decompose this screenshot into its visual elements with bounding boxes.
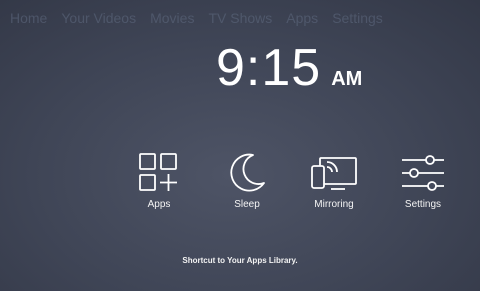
shortcut-hint: Shortcut to Your Apps Library. (182, 256, 298, 265)
moon-icon (230, 153, 265, 192)
sleep-button[interactable]: Sleep (212, 152, 282, 210)
apps-grid-icon (139, 153, 177, 191)
settings-button[interactable]: Settings (388, 152, 458, 210)
sliders-icon (402, 155, 444, 191)
sleep-label: Sleep (234, 199, 260, 210)
nav-item-your-videos[interactable]: Your Videos (61, 10, 136, 26)
nav-item-apps[interactable]: Apps (286, 10, 318, 26)
clock-ampm: AM (331, 68, 363, 90)
nav-item-movies[interactable]: Movies (150, 10, 194, 26)
settings-label: Settings (404, 199, 442, 210)
apps-button[interactable]: Apps (124, 152, 194, 210)
clock: 9:15 AM (216, 42, 362, 94)
nav-item-home[interactable]: Home (10, 10, 47, 26)
nav-item-settings[interactable]: Settings (332, 10, 383, 26)
nav-item-tv-shows[interactable]: TV Shows (208, 10, 272, 26)
mirroring-icon (311, 157, 357, 190)
apps-label: Apps (147, 199, 171, 210)
clock-time: 9:15 (216, 39, 322, 97)
top-navigation: Home Your Videos Movies TV Shows Apps Se… (10, 10, 480, 26)
mirroring-button[interactable]: Mirroring (299, 152, 369, 210)
mirroring-label: Mirroring (314, 199, 354, 210)
